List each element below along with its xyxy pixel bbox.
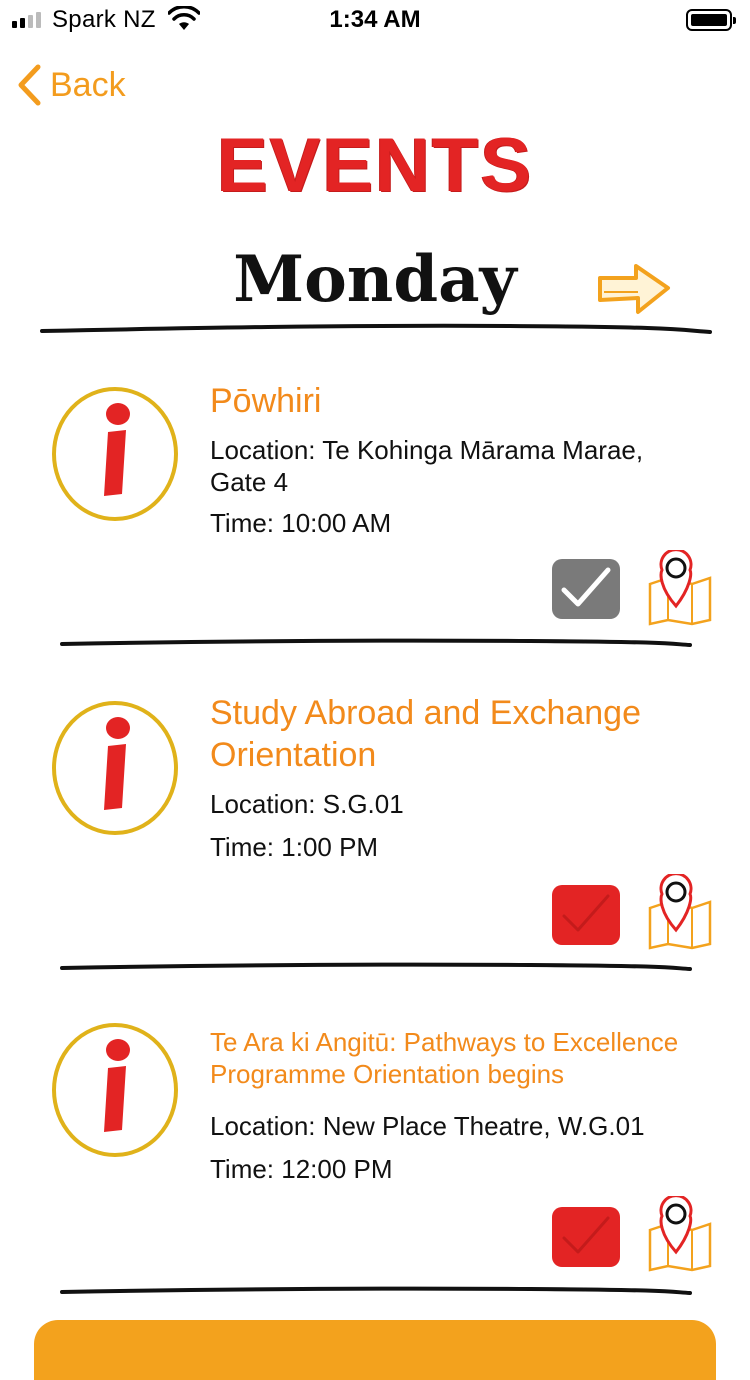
event-location: Location: S.G.01 (210, 789, 404, 819)
event-title: Study Abroad and Exchange (210, 694, 641, 732)
event-title: Te Ara ki Angitū: Pathways to Excellence (210, 1027, 679, 1057)
checkbox-unchecked-icon[interactable] (550, 1204, 622, 1270)
battery-icon (686, 9, 736, 31)
event-title: Pōwhiri (210, 382, 322, 420)
back-label: Back (50, 65, 126, 104)
event-time: Time: 10:00 AM (210, 508, 392, 538)
info-icon[interactable] (50, 698, 180, 838)
back-button[interactable]: Back (16, 60, 126, 110)
page-title: EVENTS (216, 123, 534, 208)
map-pin-icon[interactable] (646, 1196, 714, 1272)
right-arrow-icon[interactable] (596, 262, 672, 318)
info-icon[interactable] (50, 1020, 180, 1160)
checkbox-checked-icon[interactable] (550, 556, 622, 622)
event-divider (60, 1286, 692, 1295)
status-bar: Spark NZ 1:34 AM (0, 0, 750, 40)
event-divider (60, 962, 692, 971)
map-pin-icon[interactable] (646, 550, 714, 626)
map-pin-icon[interactable] (646, 874, 714, 950)
event-time: Time: 12:00 PM (210, 1154, 393, 1184)
bottom-action-button[interactable] (34, 1320, 716, 1380)
chevron-left-icon (18, 64, 41, 106)
event-item[interactable]: Pōwhiri Location: Te Kohinga Mārama Mara… (0, 382, 750, 654)
event-title-cont: Programme Orientation begins (210, 1059, 565, 1089)
checkbox-unchecked-icon[interactable] (550, 882, 622, 948)
info-icon[interactable] (50, 384, 180, 524)
event-location: Location: New Place Theatre, W.G.01 (210, 1111, 645, 1141)
event-item[interactable]: Study Abroad and Exchange Orientation Lo… (0, 694, 750, 968)
event-location: Location: Te Kohinga Mārama Marae, (210, 435, 644, 465)
event-time: Time: 1:00 PM (210, 832, 379, 862)
event-divider (60, 638, 692, 647)
status-time: 1:34 AM (329, 6, 421, 33)
event-location-cont: Gate 4 (210, 467, 289, 497)
event-title-cont: Orientation (210, 736, 377, 774)
header-divider (40, 323, 712, 334)
event-item[interactable]: Te Ara ki Angitū: Pathways to Excellence… (0, 1020, 750, 1290)
